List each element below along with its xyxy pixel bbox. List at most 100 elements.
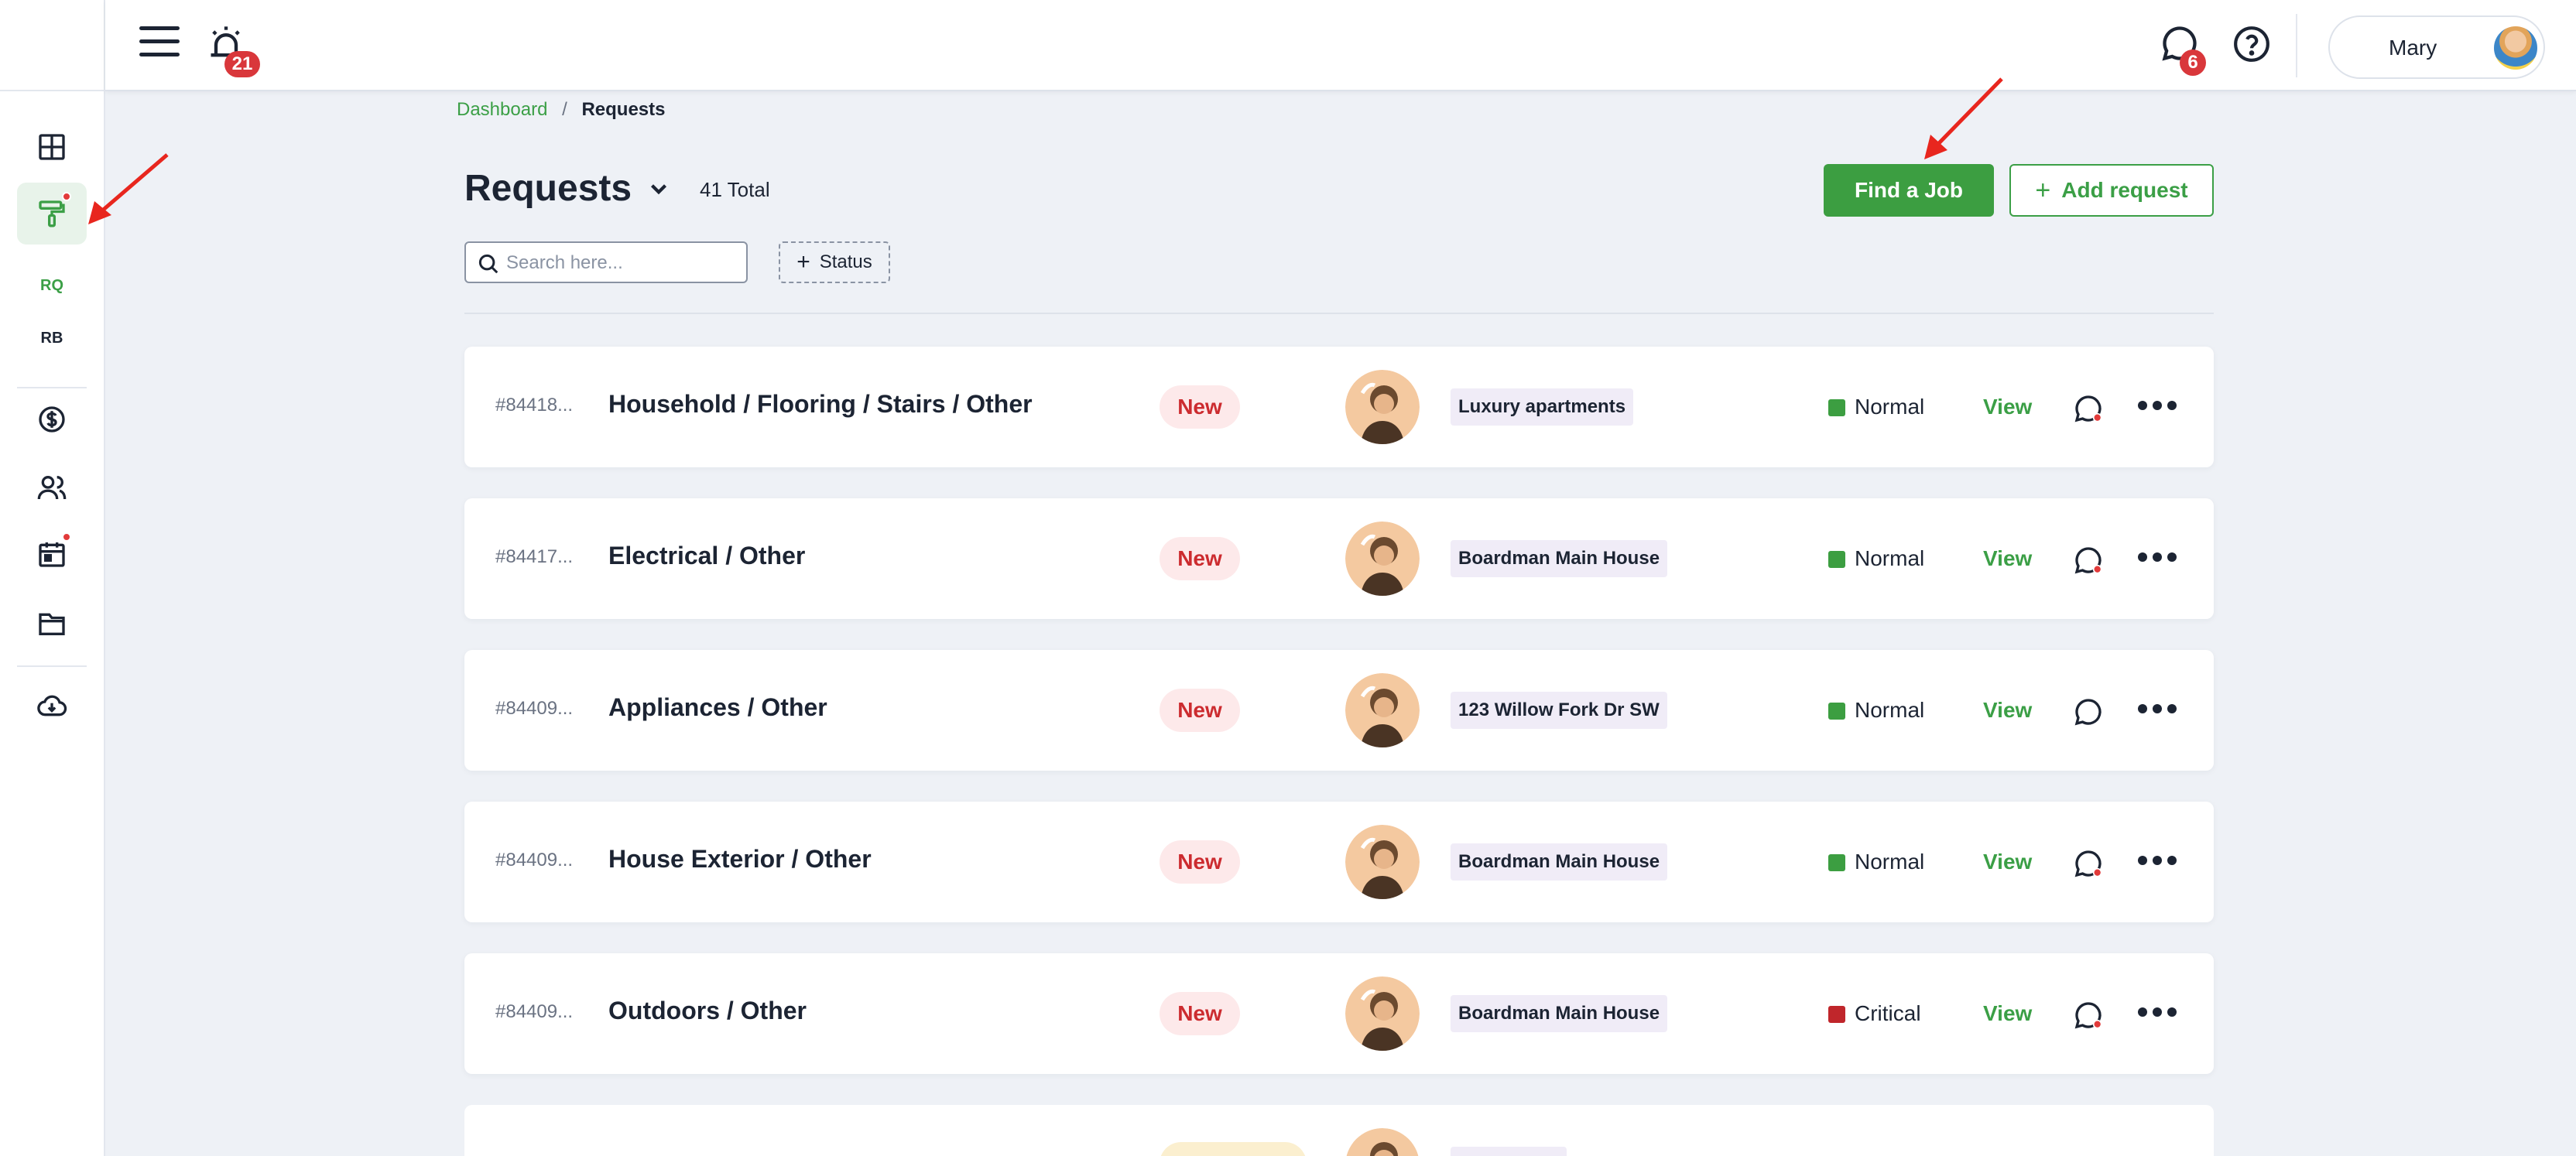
sidebar-item-files[interactable] xyxy=(17,593,87,655)
chat-bubble-icon xyxy=(2074,699,2102,726)
more-options-button[interactable] xyxy=(2138,704,2177,717)
more-options-button[interactable] xyxy=(2138,1007,2177,1020)
request-card[interactable]: #84418... Household / Flooring / Stairs /… xyxy=(464,347,2214,467)
view-link[interactable]: View xyxy=(1983,698,2032,723)
request-card[interactable]: #84409... Appliances / Other New 123 Willow… xyxy=(464,650,2214,771)
requests-notification-dot xyxy=(62,192,71,201)
request-card[interactable]: #84409... House Exterior / Other New Boardm… xyxy=(464,802,2214,922)
more-options-button[interactable] xyxy=(2138,856,2177,868)
request-id: #84417... xyxy=(495,546,574,567)
request-chat-button[interactable] xyxy=(2073,545,2104,576)
dot xyxy=(2167,401,2177,410)
assignee-avatar xyxy=(1345,825,1420,899)
assignee-avatar xyxy=(1345,370,1420,444)
view-link[interactable]: View xyxy=(1983,395,2032,419)
request-id: #84409... xyxy=(495,698,574,719)
paint-roller-icon xyxy=(39,200,65,227)
assignee-avatar xyxy=(1345,976,1420,1051)
view-link[interactable]: View xyxy=(1983,850,2032,874)
status-filter-button[interactable]: + Status xyxy=(779,241,890,283)
status-badge: New xyxy=(1160,385,1240,429)
dot xyxy=(2138,856,2147,865)
chat-bubble-icon xyxy=(2074,850,2102,877)
plus-icon: + xyxy=(2035,175,2051,205)
user-menu-button[interactable]: Mary xyxy=(2328,15,2545,79)
property-tag: Boardman Main House xyxy=(1451,995,1668,1032)
request-title[interactable]: House Exterior / Other xyxy=(608,845,872,874)
priority-indicator xyxy=(1828,1006,1845,1023)
request-chat-button[interactable] xyxy=(2073,696,2104,727)
priority-label: Critical xyxy=(1855,1001,1921,1025)
sidebar-item-requests[interactable] xyxy=(17,183,87,245)
top-header: 21 6 Mary xyxy=(105,0,2576,91)
dot xyxy=(2167,704,2177,713)
priority-label: Normal xyxy=(1855,850,1925,874)
add-request-label: Add request xyxy=(2061,178,2188,202)
property-tag: Boardman Main House xyxy=(1451,540,1668,577)
request-title[interactable]: Outdoors / Other xyxy=(608,997,807,1025)
priority-indicator xyxy=(1828,399,1845,416)
property-tag: Luxury apartments xyxy=(1451,388,1634,426)
request-id: #84409... xyxy=(495,1001,574,1022)
sidebar-top xyxy=(0,0,104,91)
dot xyxy=(2153,856,2162,865)
annotation-arrow-icon xyxy=(88,153,169,224)
request-title[interactable]: Household / Flooring / Stairs / Other xyxy=(608,390,1033,419)
more-options-button[interactable] xyxy=(2138,552,2177,565)
hamburger-line xyxy=(139,26,180,30)
layout-icon xyxy=(39,134,65,160)
messages-button[interactable]: 6 xyxy=(2160,23,2206,76)
status-badge: New xyxy=(1160,537,1240,580)
alerts-button[interactable]: 21 xyxy=(206,23,260,77)
request-chat-button[interactable] xyxy=(2073,393,2104,424)
find-job-button[interactable]: Find a Job xyxy=(1824,164,1994,217)
page-title-dropdown[interactable]: Requests xyxy=(464,167,672,210)
status-badge: New xyxy=(1160,992,1240,1035)
sidebar-sub-rb[interactable]: RB xyxy=(17,330,87,347)
request-title[interactable]: Electrical / Other xyxy=(608,542,805,570)
more-options-button[interactable] xyxy=(2138,401,2177,413)
breadcrumb-dashboard-link[interactable]: Dashboard xyxy=(457,99,547,120)
sidebar-item-financials[interactable] xyxy=(17,388,87,450)
request-id: #84418... xyxy=(495,395,574,416)
request-chat-button[interactable] xyxy=(2073,848,2104,879)
request-id: #84409... xyxy=(495,850,574,870)
sidebar-divider-2 xyxy=(17,665,87,667)
request-card[interactable]: #84417... Electrical / Other New Boardman M… xyxy=(464,498,2214,619)
chevron-down-icon xyxy=(651,183,667,194)
sidebar-item-dashboard[interactable] xyxy=(17,116,87,178)
search-input[interactable] xyxy=(506,249,738,277)
messages-count-badge: 6 xyxy=(2180,50,2206,76)
dot xyxy=(2153,552,2162,562)
sidebar-item-contacts[interactable] xyxy=(17,457,87,518)
breadcrumb-current: Requests xyxy=(581,99,666,120)
priority-label: Normal xyxy=(1855,395,1925,419)
property-tag xyxy=(1451,1147,1567,1156)
help-button[interactable] xyxy=(2232,25,2271,63)
add-request-button[interactable]: + Add request xyxy=(2009,164,2214,217)
view-link[interactable]: View xyxy=(1983,1001,2032,1026)
request-card[interactable]: #84409... Outdoors / Other New Boardman Mai… xyxy=(464,953,2214,1074)
assignee-avatar xyxy=(1345,673,1420,747)
calendar-icon xyxy=(39,542,65,567)
request-card-partial[interactable] xyxy=(464,1105,2214,1156)
dot xyxy=(2138,401,2147,410)
sidebar-item-calendar[interactable] xyxy=(17,523,87,585)
priority-indicator xyxy=(1828,551,1845,568)
cloud-download-icon xyxy=(37,695,67,717)
user-name: Mary xyxy=(2389,36,2437,60)
hamburger-line xyxy=(139,39,180,43)
total-count: 41 Total xyxy=(700,178,770,201)
request-chat-button[interactable] xyxy=(2073,1000,2104,1031)
dot xyxy=(2167,552,2177,562)
status-badge: New xyxy=(1160,689,1240,732)
sidebar-sub-rq[interactable]: RQ xyxy=(17,277,87,295)
property-tag: 123 Willow Fork Dr SW xyxy=(1451,692,1667,729)
view-link[interactable]: View xyxy=(1983,546,2032,571)
menu-toggle-button[interactable] xyxy=(139,26,180,60)
header-separator xyxy=(2296,14,2297,77)
breadcrumb-separator: / xyxy=(562,99,567,120)
assignee-avatar xyxy=(1345,1128,1420,1156)
request-title[interactable]: Appliances / Other xyxy=(608,693,827,722)
sidebar-item-downloads[interactable] xyxy=(17,675,87,737)
